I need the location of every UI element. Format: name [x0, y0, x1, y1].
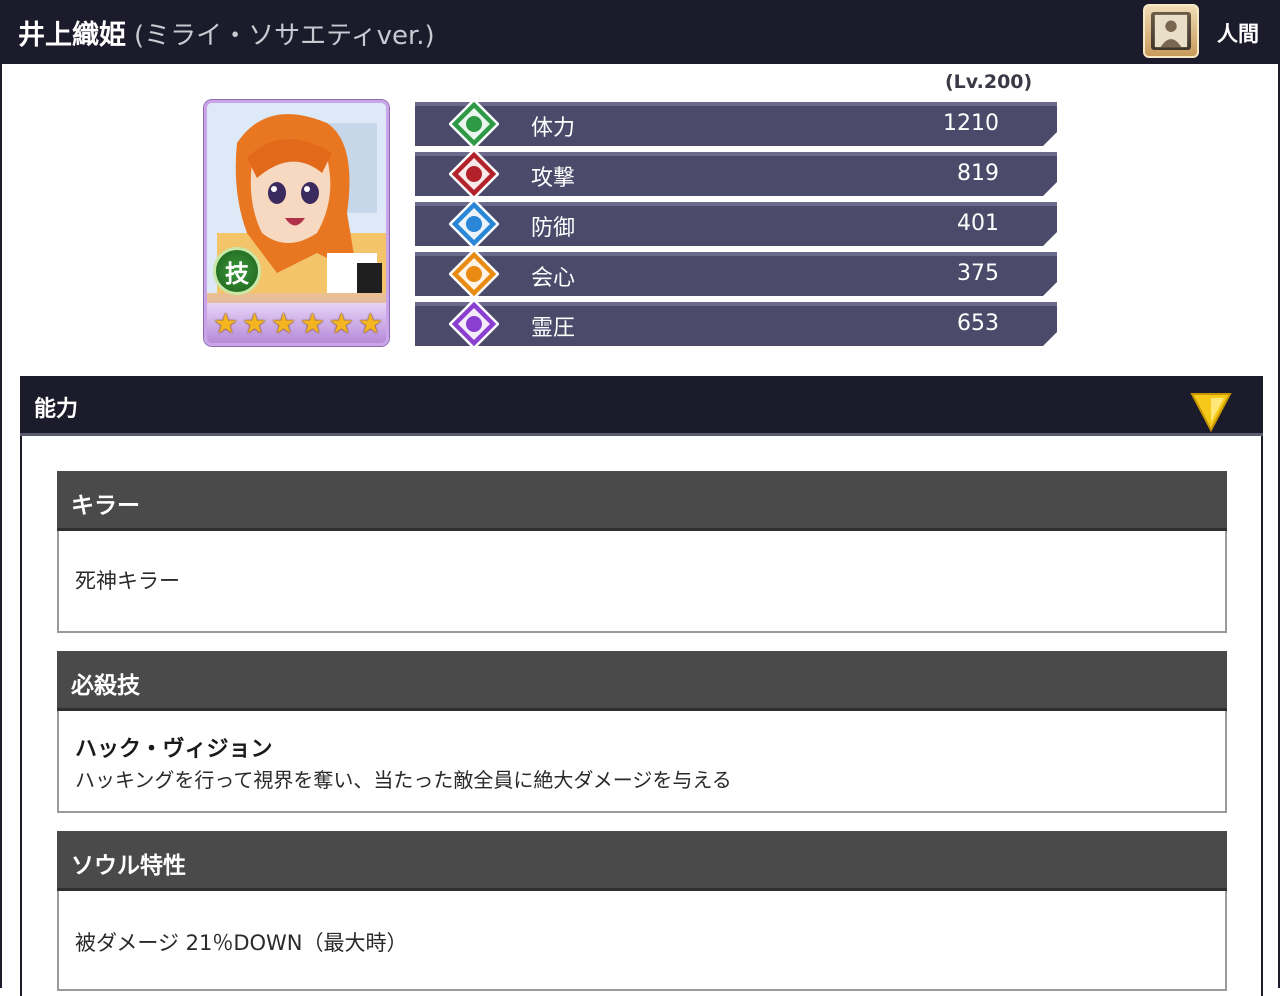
title-bar: 井上織姫 (ミライ・ソサエティver.) 人間	[0, 0, 1280, 64]
stat-value: 653	[957, 311, 999, 336]
stat-label: 会心	[531, 266, 576, 291]
character-name: 井上織姫	[18, 20, 126, 51]
frame-left	[0, 64, 2, 988]
star-icon: ★	[241, 307, 268, 340]
level-label: (Lv.200)	[945, 71, 1033, 93]
soul-trait-section: ソウル特性 被ダメージ 21％DOWN（最大時）	[57, 831, 1227, 991]
stat-value: 819	[957, 161, 999, 186]
special-move-name: ハック・ヴィジョン	[75, 737, 273, 762]
soul-trait-heading: ソウル特性	[57, 831, 1227, 891]
stat-row-reiatsu: 霊圧 653	[415, 299, 1057, 349]
special-move-description: ハッキングを行って視界を奪い、当たった敵全員に絶大ダメージを与える	[75, 768, 732, 792]
critical-icon	[449, 249, 499, 299]
star-icon: ★	[357, 307, 383, 340]
attack-icon	[449, 149, 499, 199]
stat-row-attack: 攻撃 819	[415, 149, 1057, 199]
skill-type-badge: 技	[213, 247, 261, 295]
stat-row-hp: 体力 1210	[415, 99, 1057, 149]
stat-value: 401	[957, 211, 999, 236]
stat-label: 霊圧	[531, 316, 576, 341]
special-move-heading: 必殺技	[57, 651, 1227, 711]
stat-label: 体力	[531, 116, 576, 141]
character-version: (ミライ・ソサエティver.)	[134, 21, 435, 51]
stat-value: 1210	[943, 111, 999, 136]
killer-section: キラー 死神キラー	[57, 471, 1227, 633]
human-portrait-icon	[1143, 4, 1199, 58]
ability-header[interactable]: 能力	[20, 376, 1263, 436]
star-icon: ★	[270, 307, 297, 340]
star-icon: ★	[213, 307, 239, 340]
ability-title: 能力	[34, 397, 79, 422]
rarity-stars: ★ ★ ★ ★ ★ ★	[213, 309, 383, 339]
special-move-section: 必殺技 ハック・ヴィジョン ハッキングを行って視界を奪い、当たった敵全員に絶大ダ…	[57, 651, 1227, 813]
stat-row-critical: 会心 375	[415, 249, 1057, 299]
soul-trait-text: 被ダメージ 21％DOWN（最大時）	[75, 931, 408, 955]
reiatsu-icon	[449, 299, 499, 349]
special-move-body: ハック・ヴィジョン ハッキングを行って視界を奪い、当たった敵全員に絶大ダメージを…	[57, 711, 1227, 813]
star-icon: ★	[299, 307, 326, 340]
star-icon: ★	[328, 307, 354, 340]
stat-row-defense: 防御 401	[415, 199, 1057, 249]
soul-trait-body: 被ダメージ 21％DOWN（最大時）	[57, 891, 1227, 991]
stat-label: 攻撃	[531, 166, 576, 191]
page-title: 井上織姫 (ミライ・ソサエティver.)	[18, 13, 435, 52]
hp-icon	[449, 99, 499, 149]
collapse-arrow-icon[interactable]	[1190, 392, 1232, 432]
defense-icon	[449, 199, 499, 249]
stat-label: 防御	[531, 216, 576, 241]
killer-text: 死神キラー	[75, 569, 180, 593]
character-card[interactable]: 技 ★ ★ ★ ★ ★ ★	[204, 100, 389, 346]
killer-heading: キラー	[57, 471, 1227, 531]
killer-body: 死神キラー	[57, 531, 1227, 633]
type-label: 人間	[1217, 22, 1259, 46]
stat-value: 375	[957, 261, 999, 286]
